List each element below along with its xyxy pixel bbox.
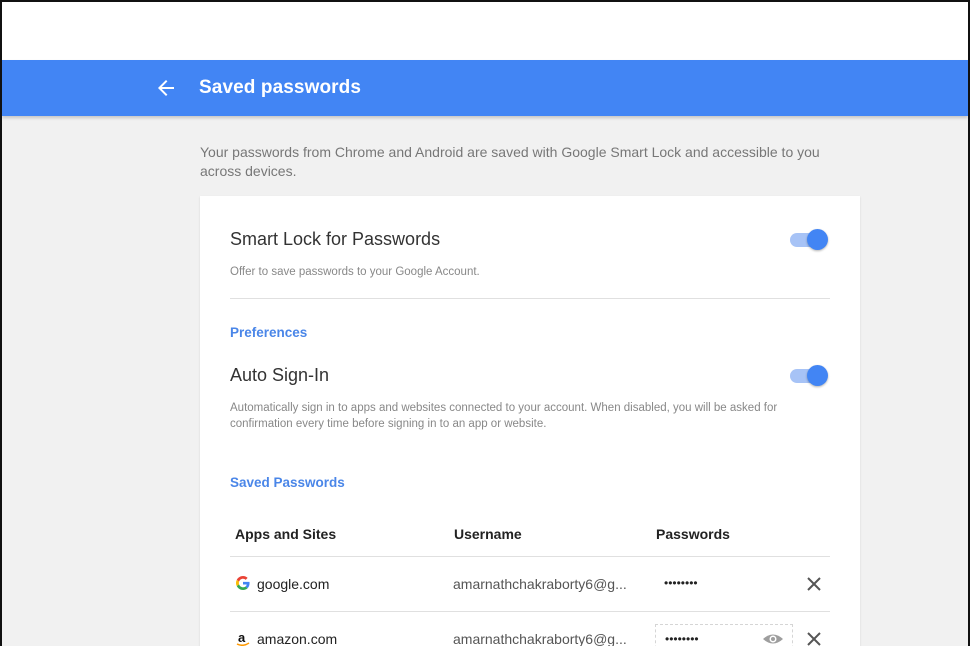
page-title: Saved passwords bbox=[199, 77, 362, 98]
auto-signin-toggle[interactable] bbox=[790, 364, 828, 388]
username-value: amarnathchakraborty6@g... bbox=[453, 576, 627, 592]
column-header-apps: Apps and Sites bbox=[235, 526, 337, 542]
toggle-knob bbox=[807, 365, 828, 386]
delete-icon[interactable] bbox=[805, 575, 823, 593]
svg-text:a: a bbox=[238, 631, 246, 645]
site-name: amazon.com bbox=[257, 631, 338, 646]
auto-signin-title: Auto Sign-In bbox=[230, 365, 330, 385]
eye-icon[interactable] bbox=[762, 631, 784, 646]
password-field[interactable]: •••••••• bbox=[655, 569, 793, 599]
app-bar: Saved passwords bbox=[2, 60, 968, 116]
divider bbox=[230, 298, 830, 299]
toggle-knob bbox=[807, 229, 828, 250]
back-arrow-icon[interactable] bbox=[154, 76, 178, 100]
saved-passwords-heading: Saved Passwords bbox=[230, 475, 345, 490]
auto-signin-description: Automatically sign in to apps and websit… bbox=[230, 402, 778, 430]
table-row: a amazon.com amarnathchakraborty6@g... •… bbox=[230, 611, 830, 646]
preferences-heading: Preferences bbox=[230, 325, 308, 340]
column-header-username: Username bbox=[454, 526, 522, 542]
delete-icon[interactable] bbox=[805, 630, 823, 646]
column-header-passwords: Passwords bbox=[656, 526, 730, 542]
smart-lock-title: Smart Lock for Passwords bbox=[230, 229, 441, 249]
smart-lock-toggle[interactable] bbox=[790, 228, 828, 252]
site-name: google.com bbox=[257, 576, 330, 592]
username-value: amarnathchakraborty6@g... bbox=[453, 631, 627, 646]
intro-text: Your passwords from Chrome and Android a… bbox=[200, 144, 820, 179]
google-g-icon bbox=[235, 576, 251, 592]
browser-top-area bbox=[2, 2, 968, 60]
table-row: google.com amarnathchakraborty6@g... •••… bbox=[230, 556, 830, 611]
browser-page: Saved passwords Your passwords from Chro… bbox=[0, 0, 970, 646]
amazon-a-icon: a bbox=[235, 630, 251, 646]
masked-password: •••••••• bbox=[665, 632, 699, 646]
smart-lock-description: Offer to save passwords to your Google A… bbox=[230, 266, 480, 278]
settings-card: Smart Lock for Passwords Offer to save p… bbox=[200, 196, 860, 646]
masked-password: •••••••• bbox=[664, 576, 698, 590]
password-field[interactable]: •••••••• bbox=[655, 624, 793, 646]
